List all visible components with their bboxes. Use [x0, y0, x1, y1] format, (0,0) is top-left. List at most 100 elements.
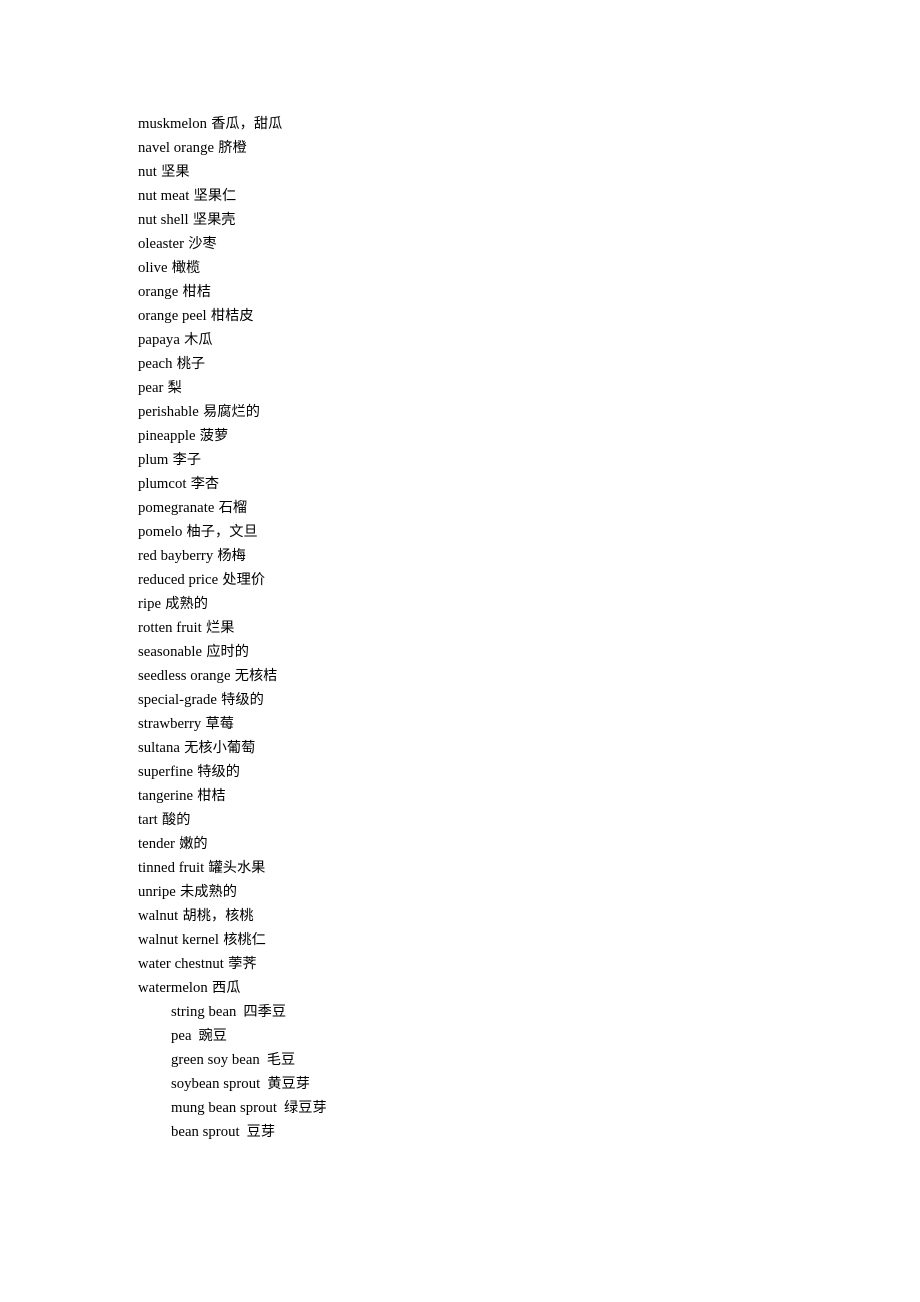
entry-term: watermelon	[138, 980, 208, 996]
entry-gloss: 桃子	[176, 356, 206, 372]
glossary-entry-indented: mung bean sprout 绿豆芽	[138, 1096, 838, 1120]
entry-gloss: 绿豆芽	[284, 1100, 327, 1116]
entry-term: string bean	[171, 1004, 237, 1020]
glossary-entry: nut meat 坚果仁	[138, 184, 838, 208]
entry-gloss: 成熟的	[165, 596, 208, 612]
entry-term: rotten fruit	[138, 620, 202, 636]
entry-gloss: 嫩的	[179, 836, 208, 852]
entry-term: nut shell	[138, 212, 189, 228]
entry-gloss: 易腐烂的	[203, 404, 260, 420]
entry-term: seasonable	[138, 644, 203, 660]
entry-term: water chestnut	[138, 956, 224, 972]
entry-gloss: 无核桔	[234, 668, 278, 684]
entry-gloss: 坚果仁	[193, 188, 237, 204]
glossary-entry: navel orange 脐橙	[138, 136, 838, 160]
glossary-entry: muskmelon 香瓜，甜瓜	[138, 112, 838, 136]
glossary-entry: orange peel 柑桔皮	[138, 304, 838, 328]
entry-gloss: 豆芽	[246, 1124, 276, 1140]
glossary-entry: tender 嫩的	[138, 832, 838, 856]
entry-gloss: 应时的	[206, 644, 250, 660]
entry-gloss: 西瓜	[212, 980, 241, 996]
entry-term: walnut kernel	[138, 932, 219, 948]
entry-gloss: 胡桃，核桃	[182, 908, 254, 924]
entry-term: red bayberry	[138, 548, 214, 564]
glossary-entry: reduced price 处理价	[138, 568, 838, 592]
entry-term: walnut	[138, 908, 179, 924]
glossary-entry: perishable 易腐烂的	[138, 400, 838, 424]
entry-term: orange	[138, 284, 179, 300]
glossary-entry-indented: bean sprout 豆芽	[138, 1120, 838, 1144]
entry-term: soybean sprout	[171, 1076, 261, 1092]
glossary-entry: watermelon 西瓜	[138, 976, 838, 1000]
entry-gloss: 柑桔	[197, 788, 226, 804]
entry-gloss: 豌豆	[198, 1028, 228, 1044]
glossary-entry: special-grade 特级的	[138, 688, 838, 712]
entry-term: tinned fruit	[138, 860, 205, 876]
glossary-entry: seasonable 应时的	[138, 640, 838, 664]
entry-term: nut meat	[138, 188, 190, 204]
glossary-entry-indented: soybean sprout 黄豆芽	[138, 1072, 838, 1096]
glossary-entry: olive 橄榄	[138, 256, 838, 280]
entry-gloss: 四季豆	[243, 1004, 287, 1020]
entry-term: ripe	[138, 596, 162, 612]
entry-gloss: 李子	[172, 452, 202, 468]
glossary-entry: water chestnut 荸荠	[138, 952, 838, 976]
entry-term: navel orange	[138, 140, 215, 156]
glossary-entry: oleaster 沙枣	[138, 232, 838, 256]
glossary-entry: orange 柑桔	[138, 280, 838, 304]
glossary-entry: rotten fruit 烂果	[138, 616, 838, 640]
glossary-entry: walnut kernel 核桃仁	[138, 928, 838, 952]
entry-gloss: 烂果	[206, 620, 235, 636]
glossary-entry: sultana 无核小葡萄	[138, 736, 838, 760]
entry-gloss: 柚子，文旦	[186, 524, 258, 540]
glossary-entry: tangerine 柑桔	[138, 784, 838, 808]
entry-term: pomegranate	[138, 500, 215, 516]
entry-gloss: 处理价	[222, 572, 266, 588]
entry-term: muskmelon	[138, 116, 207, 132]
entry-gloss: 草莓	[205, 716, 234, 732]
entry-gloss: 杨梅	[217, 548, 246, 564]
glossary-entry: unripe 未成熟的	[138, 880, 838, 904]
entry-term: olive	[138, 260, 168, 276]
entry-gloss: 橄榄	[171, 260, 201, 276]
entry-gloss: 核桃仁	[223, 932, 266, 948]
entry-term: plumcot	[138, 476, 187, 492]
glossary-entry-indented: green soy bean 毛豆	[138, 1048, 838, 1072]
entry-term: oleaster	[138, 236, 185, 252]
entry-term: plum	[138, 452, 169, 468]
glossary-entry: pomelo 柚子，文旦	[138, 520, 838, 544]
entry-term: special-grade	[138, 692, 217, 708]
glossary-entry: tart 酸的	[138, 808, 838, 832]
entry-term: nut	[138, 164, 157, 180]
entry-gloss: 毛豆	[266, 1052, 296, 1068]
entry-term: strawberry	[138, 716, 202, 732]
entry-gloss: 坚果壳	[192, 212, 236, 228]
entry-term: tart	[138, 812, 158, 828]
glossary-entry: pomegranate 石榴	[138, 496, 838, 520]
entry-term: seedless orange	[138, 668, 231, 684]
entry-gloss: 石榴	[218, 500, 248, 516]
entry-gloss: 李杏	[190, 476, 220, 492]
entry-gloss: 荸荠	[228, 956, 257, 972]
entry-gloss: 酸的	[161, 812, 191, 828]
entry-term: bean sprout	[171, 1124, 240, 1140]
glossary-entry: pear 梨	[138, 376, 838, 400]
glossary-list: muskmelon 香瓜，甜瓜 navel orange 脐橙 nut 坚果 nut …	[138, 112, 838, 1144]
glossary-entry: peach 桃子	[138, 352, 838, 376]
entry-gloss: 特级的	[197, 764, 241, 780]
entry-term: pear	[138, 380, 164, 396]
glossary-entry-indented: pea 豌豆	[138, 1024, 838, 1048]
entry-gloss: 柑桔皮	[210, 308, 254, 324]
entry-term: green soy bean	[171, 1052, 260, 1068]
entry-gloss: 特级的	[221, 692, 264, 708]
glossary-entry: superfine 特级的	[138, 760, 838, 784]
glossary-entry: papaya 木瓜	[138, 328, 838, 352]
glossary-entry: walnut 胡桃，核桃	[138, 904, 838, 928]
entry-gloss: 柑桔	[182, 284, 211, 300]
glossary-entry-indented: string bean 四季豆	[138, 1000, 838, 1024]
entry-term: superfine	[138, 764, 194, 780]
entry-gloss: 坚果	[161, 164, 190, 180]
glossary-entry: plum 李子	[138, 448, 838, 472]
entry-term: peach	[138, 356, 173, 372]
entry-term: orange peel	[138, 308, 207, 324]
